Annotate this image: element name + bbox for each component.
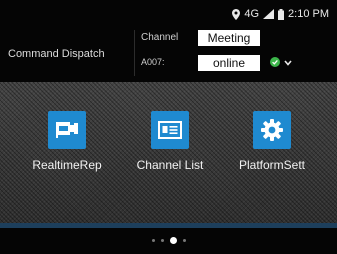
clock-time: 2:10 PM — [288, 8, 329, 20]
battery-icon — [278, 8, 285, 20]
dispatch-header: Command Dispatch Channel Meeting A007: o… — [0, 22, 337, 82]
app-platform-settings[interactable]: PlatformSett — [224, 111, 320, 172]
signal-icon — [263, 9, 275, 19]
channel-field[interactable]: Meeting — [198, 30, 260, 46]
app-channel-list[interactable]: Channel List — [122, 111, 218, 172]
id-card-icon — [158, 121, 182, 139]
page-dot-4[interactable] — [182, 239, 186, 242]
bottom-nav-bar — [0, 228, 337, 254]
page-indicator — [0, 237, 337, 244]
user-id-label: A007: — [141, 57, 165, 67]
app-tile[interactable] — [48, 111, 86, 149]
app-launcher-area: RealtimeRep Channel List PlatformSett — [0, 82, 337, 228]
channel-label: Channel — [141, 32, 179, 43]
page-dot-1[interactable] — [151, 239, 155, 242]
status-field[interactable]: online — [198, 55, 260, 71]
app-label: PlatformSett — [238, 158, 306, 172]
app-screen: 4G 2:10 PM Command Dispatch Channel Meet… — [0, 0, 337, 254]
app-tile[interactable] — [253, 111, 291, 149]
gear-icon — [261, 119, 283, 141]
app-realtime-report[interactable]: RealtimeRep — [19, 111, 115, 172]
app-title: Command Dispatch — [8, 48, 105, 60]
status-dropdown-chevron-icon[interactable] — [284, 60, 292, 66]
page-dot-2[interactable] — [160, 239, 164, 242]
page-dot-3-active[interactable] — [169, 237, 177, 244]
network-type-label: 4G — [244, 8, 260, 20]
app-label: RealtimeRep — [32, 158, 102, 172]
location-icon — [232, 8, 241, 20]
online-check-icon — [270, 57, 280, 67]
camera-icon — [56, 122, 78, 138]
header-divider — [134, 30, 135, 76]
app-tile[interactable] — [151, 111, 189, 149]
app-label: Channel List — [136, 158, 204, 172]
status-bar: 4G 2:10 PM — [232, 6, 329, 22]
